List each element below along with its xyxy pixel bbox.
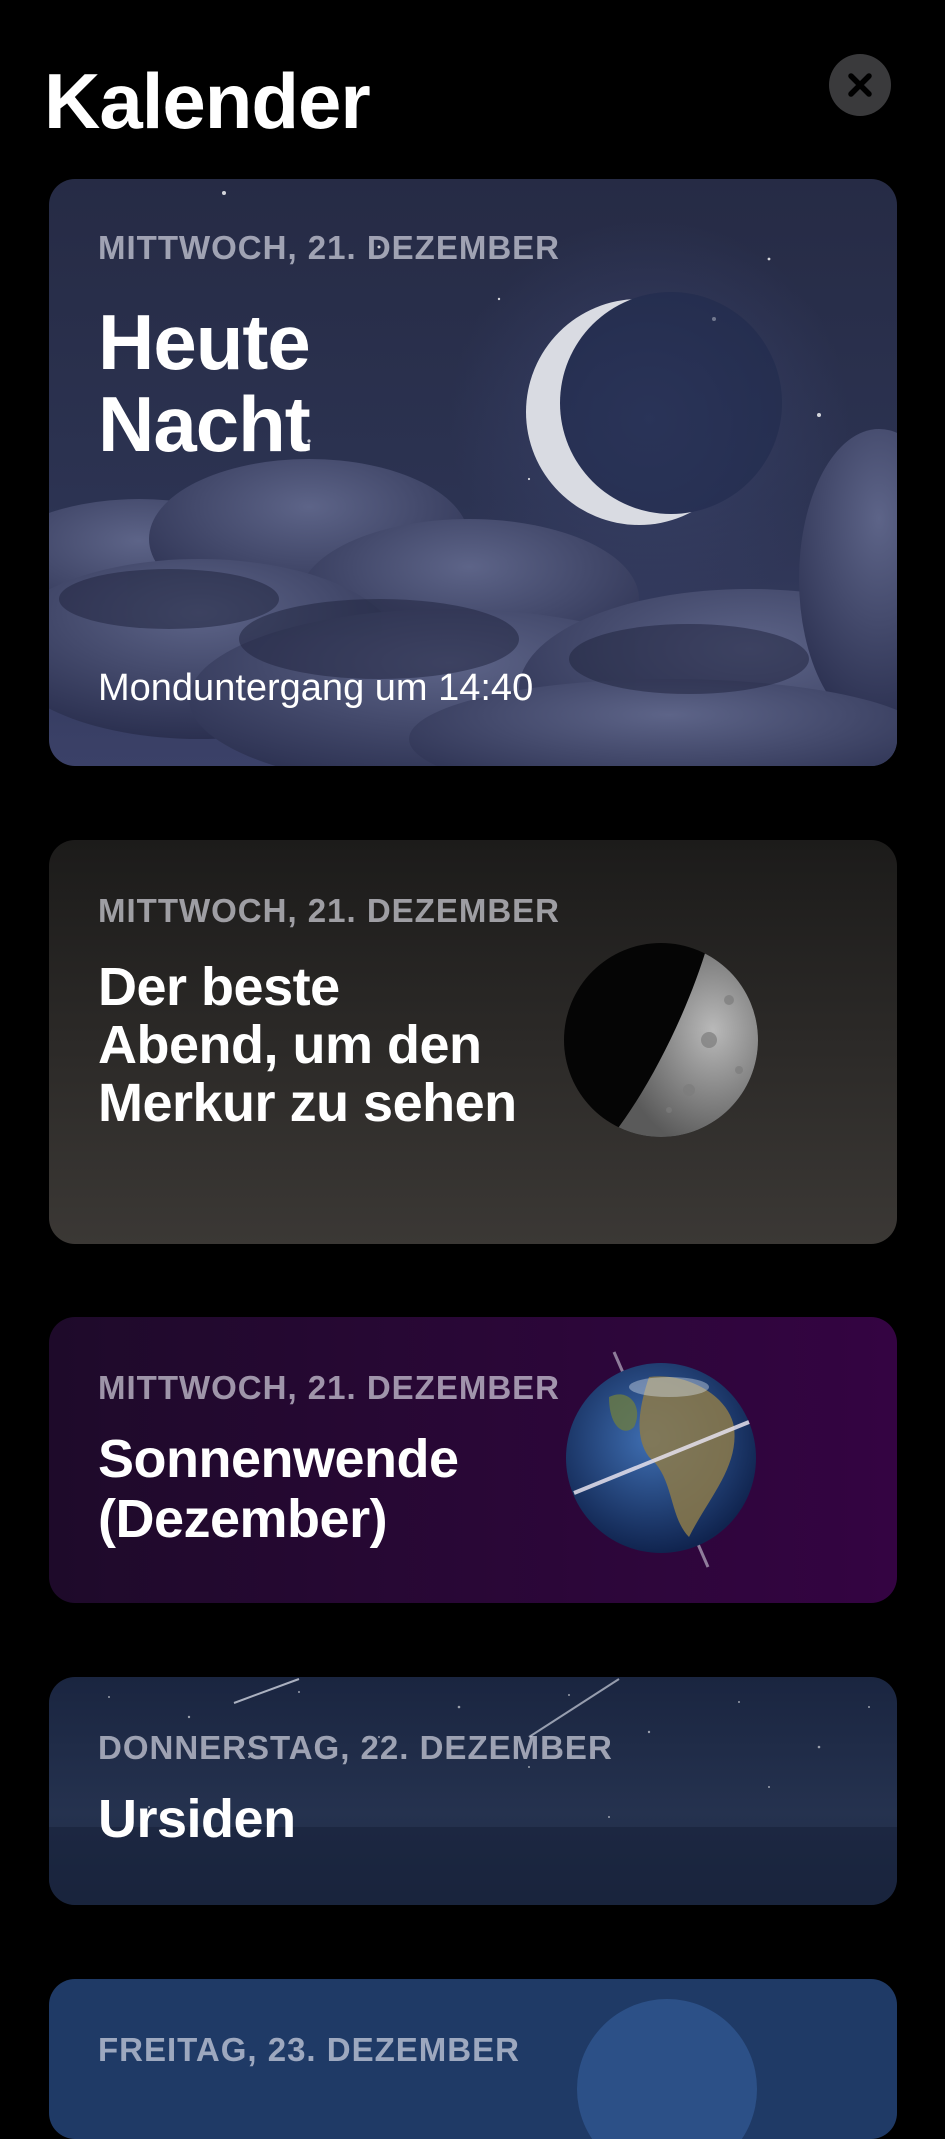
event-date: DONNERSTAG, 22. DEZEMBER bbox=[98, 1729, 613, 1766]
event-card-solstice[interactable]: MITTWOCH, 21. DEZEMBER Sonnenwende (Deze… bbox=[49, 1317, 897, 1603]
event-date: MITTWOCH, 21. DEZEMBER bbox=[98, 1369, 561, 1406]
event-title: Ursiden bbox=[98, 1789, 296, 1849]
event-card-ursids[interactable]: DONNERSTAG, 22. DEZEMBER Ursiden bbox=[49, 1677, 897, 1905]
page-title: Kalender bbox=[44, 57, 371, 145]
moonset-time: Monduntergang um 14:40 bbox=[98, 667, 534, 709]
event-card-tonight[interactable]: MITTWOCH, 21. DEZEMBER Heute Nacht Mondu… bbox=[49, 179, 897, 766]
event-title: Sonnenwende (Dezember) bbox=[98, 1429, 459, 1549]
event-card-friday[interactable]: FREITAG, 23. DEZEMBER bbox=[49, 1979, 897, 2139]
close-icon bbox=[848, 73, 872, 97]
close-button[interactable] bbox=[829, 54, 891, 116]
event-title: Heute Nacht bbox=[98, 298, 311, 468]
event-card-mercury[interactable]: MITTWOCH, 21. DEZEMBER Der beste Abend, … bbox=[49, 840, 897, 1244]
event-date: MITTWOCH, 21. DEZEMBER bbox=[98, 892, 561, 929]
event-date: FREITAG, 23. DEZEMBER bbox=[98, 2031, 520, 2068]
event-date: MITTWOCH, 21. DEZEMBER bbox=[98, 229, 561, 266]
event-title: Der beste Abend, um den Merkur zu sehen bbox=[98, 957, 517, 1133]
